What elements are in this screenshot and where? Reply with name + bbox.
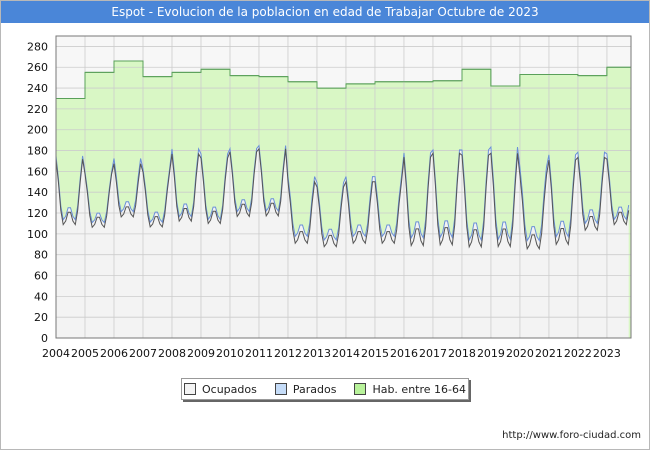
x-tick-label: 2021 bbox=[535, 347, 563, 360]
x-tick-label: 2012 bbox=[274, 347, 302, 360]
y-tick-label: 100 bbox=[27, 228, 48, 241]
legend-swatch-parados bbox=[274, 383, 287, 395]
x-tick-label: 2020 bbox=[506, 347, 534, 360]
y-tick-label: 160 bbox=[27, 165, 48, 178]
y-tick-label: 120 bbox=[27, 207, 48, 220]
legend-swatch-ocupados bbox=[183, 383, 196, 395]
x-tick-label: 2015 bbox=[361, 347, 389, 360]
x-tick-label: 2011 bbox=[245, 347, 273, 360]
x-tick-label: 2010 bbox=[216, 347, 244, 360]
legend-item-ocupados: Ocupados bbox=[183, 382, 257, 396]
legend: Ocupados Parados Hab. entre 16-64 bbox=[181, 378, 469, 400]
y-tick-label: 80 bbox=[34, 249, 48, 262]
x-tick-label: 2016 bbox=[390, 347, 418, 360]
y-tick-label: 180 bbox=[27, 145, 48, 158]
source-url: http://www.foro-ciudad.com bbox=[502, 430, 641, 441]
legend-label-parados: Parados bbox=[292, 382, 337, 396]
x-tick-label: 2009 bbox=[187, 347, 215, 360]
x-tick-label: 2014 bbox=[332, 347, 360, 360]
x-tick-label: 2007 bbox=[129, 347, 157, 360]
y-tick-label: 140 bbox=[27, 186, 48, 199]
x-tick-label: 2023 bbox=[593, 347, 621, 360]
x-tick-label: 2018 bbox=[448, 347, 476, 360]
y-tick-label: 280 bbox=[27, 40, 48, 53]
x-tick-label: 2017 bbox=[419, 347, 447, 360]
y-tick-label: 40 bbox=[34, 290, 48, 303]
y-tick-label: 240 bbox=[27, 82, 48, 95]
y-tick-label: 60 bbox=[34, 270, 48, 283]
x-tick-label: 2013 bbox=[303, 347, 331, 360]
x-tick-label: 2022 bbox=[564, 347, 592, 360]
y-tick-label: 200 bbox=[27, 124, 48, 137]
y-tick-label: 0 bbox=[41, 332, 48, 345]
legend-item-parados: Parados bbox=[274, 382, 337, 396]
legend-label-ocupados: Ocupados bbox=[201, 382, 257, 396]
legend-item-hab: Hab. entre 16-64 bbox=[354, 383, 466, 396]
y-tick-label: 20 bbox=[34, 311, 48, 324]
x-tick-label: 2005 bbox=[71, 347, 99, 360]
x-tick-label: 2019 bbox=[477, 347, 505, 360]
legend-label-hab: Hab. entre 16-64 bbox=[372, 382, 466, 396]
chart-frame: Espot - Evolucion de la poblacion en eda… bbox=[0, 0, 650, 450]
legend-swatch-hab bbox=[354, 383, 367, 395]
x-tick-label: 2006 bbox=[100, 347, 128, 360]
y-tick-label: 260 bbox=[27, 61, 48, 74]
y-tick-label: 220 bbox=[27, 103, 48, 116]
x-tick-label: 2004 bbox=[42, 347, 70, 360]
x-tick-label: 2008 bbox=[158, 347, 186, 360]
